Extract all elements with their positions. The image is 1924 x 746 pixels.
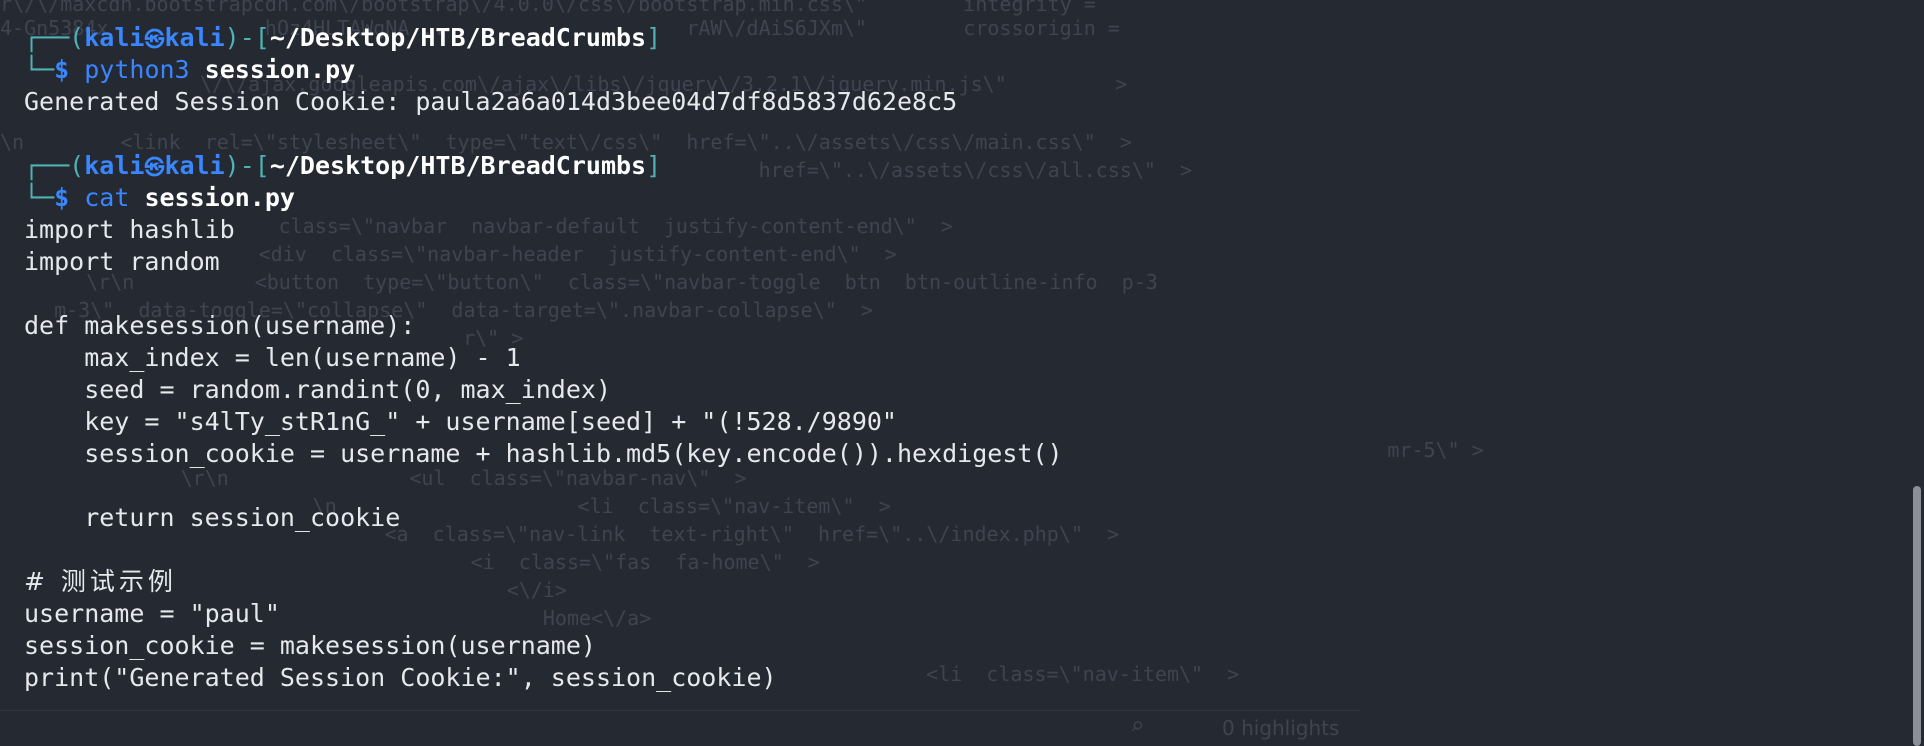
prompt-line: ┌──(kali㉿kali)-[~/Desktop/HTB/BreadCrumb… bbox=[24, 151, 662, 180]
command-arg: session.py bbox=[204, 55, 356, 84]
file-line: import hashlib bbox=[24, 215, 235, 244]
command-arg: session.py bbox=[144, 183, 295, 212]
prompt-path: ~/Desktop/HTB/BreadCrumbs bbox=[269, 151, 647, 180]
command-line: └─$ cat session.py bbox=[24, 183, 295, 212]
ghost-line: r\/\/maxcdn.bootstrapcdn.com\/bootstrap\… bbox=[0, 0, 1096, 16]
prompt-path: ~/Desktop/HTB/BreadCrumbs bbox=[269, 23, 647, 52]
command-line: └─$ python3 session.py bbox=[24, 55, 356, 84]
file-line: import random bbox=[24, 247, 220, 276]
file-line: key = "s4lTy_stR1nG_" + username[seed] +… bbox=[24, 407, 897, 436]
file-line: # 测试示例 bbox=[24, 567, 177, 596]
highlights-count: 0 highlights bbox=[1222, 716, 1340, 740]
prompt-user: kali bbox=[84, 23, 145, 52]
prompt-host: kali bbox=[164, 23, 225, 52]
file-line bbox=[24, 470, 1864, 502]
command: cat bbox=[84, 183, 130, 212]
file-line bbox=[24, 278, 1864, 310]
prompt-corner: ┌── bbox=[24, 151, 70, 180]
file-line: print("Generated Session Cookie:", sessi… bbox=[24, 663, 777, 692]
file-line: return session_cookie bbox=[24, 503, 401, 532]
terminal-output: ┌──(kali㉿kali)-[~/Desktop/HTB/BreadCrumb… bbox=[24, 22, 1864, 694]
output-line: Generated Session Cookie: paula2a6a014d3… bbox=[24, 87, 958, 116]
kali-icon: ㉿ bbox=[144, 27, 165, 51]
prompt-host: kali bbox=[164, 151, 225, 180]
file-line: username = "paul" bbox=[24, 599, 280, 628]
file-line bbox=[24, 534, 1864, 566]
prompt-line: ┌──(kali㉿kali)-[~/Desktop/HTB/BreadCrumb… bbox=[24, 23, 662, 52]
file-line: max_index = len(username) - 1 bbox=[24, 343, 521, 372]
file-line: def makesession(username): bbox=[24, 311, 416, 340]
file-line: seed = random.randint(0, max_index) bbox=[24, 375, 611, 404]
file-line: session_cookie = makesession(username) bbox=[24, 631, 596, 660]
command: python3 bbox=[84, 55, 190, 84]
scrollbar-thumb[interactable] bbox=[1913, 486, 1921, 746]
scrollbar[interactable] bbox=[1902, 0, 1924, 746]
search-icon: ⌕ bbox=[1130, 712, 1145, 740]
file-line: session_cookie = username + hashlib.md5(… bbox=[24, 439, 1063, 468]
background-find-bar bbox=[0, 710, 1360, 746]
prompt-user: kali bbox=[84, 151, 145, 180]
prompt-corner: ┌── bbox=[24, 23, 70, 52]
kali-icon: ㉿ bbox=[144, 155, 165, 179]
terminal-window[interactable]: r\/\/maxcdn.bootstrapcdn.com\/bootstrap\… bbox=[0, 0, 1924, 746]
